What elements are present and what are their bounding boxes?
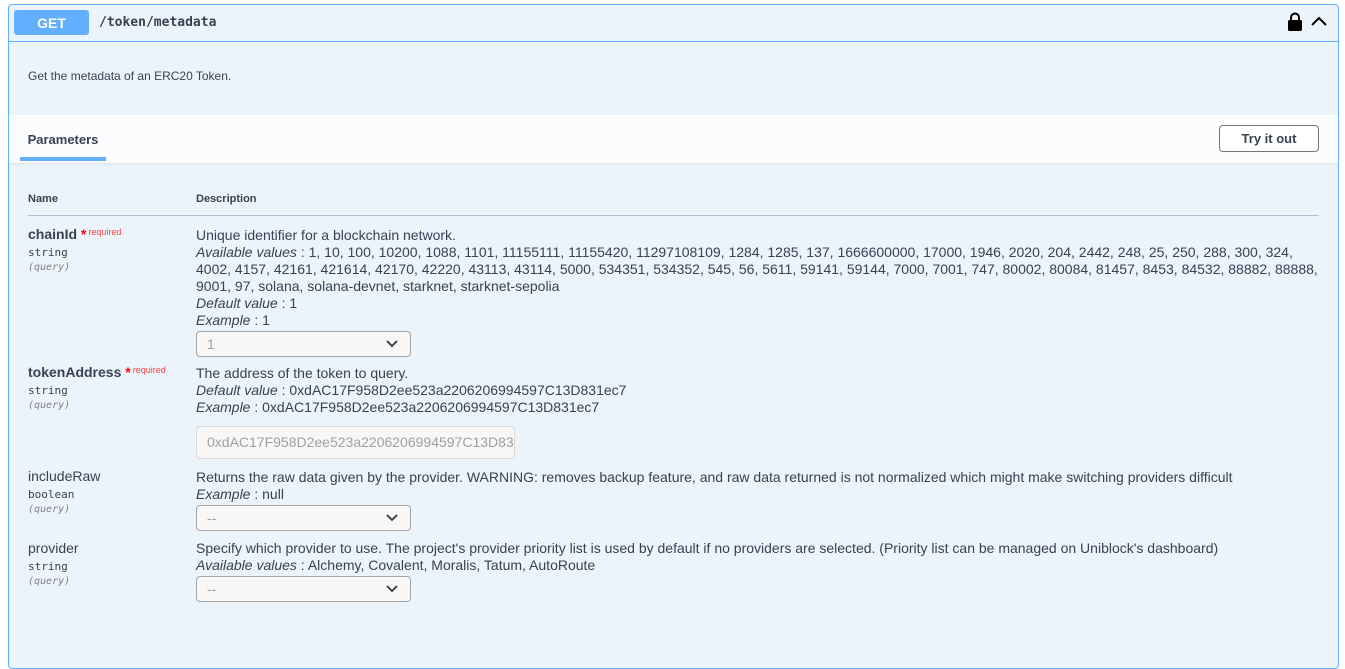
param-description-text: Specify which provider to use. The proje… — [196, 540, 1219, 556]
param-location: (query) — [28, 262, 71, 273]
available-values: Available values : 1, 10, 100, 10200, 10… — [196, 244, 1318, 294]
column-header-name: Name — [28, 193, 58, 205]
param-name: chainId * required — [28, 226, 122, 242]
operation-description: Get the metadata of an ERC20 Token. — [28, 69, 232, 83]
param-type: string — [28, 384, 68, 397]
param-type: string — [28, 246, 68, 259]
select-value: -- — [207, 510, 217, 526]
parameters-header: Parameters Try it out — [9, 115, 1338, 163]
endpoint-path: /token/metadata — [99, 15, 217, 30]
available-values: Available values : Alchemy, Covalent, Mo… — [196, 557, 596, 573]
param-tokenaddress: tokenAddress * required string (query) — [28, 364, 166, 411]
param-type: string — [28, 560, 68, 573]
chevron-down-icon — [386, 340, 398, 348]
param-location: (query) — [28, 400, 71, 411]
param-description-text: The address of the token to query. — [196, 365, 409, 381]
chevron-down-icon — [386, 585, 398, 593]
try-it-out-button[interactable]: Try it out — [1219, 125, 1319, 152]
required-label: required — [88, 227, 122, 237]
chainid-select[interactable]: 1 — [196, 331, 411, 357]
param-name: provider — [28, 540, 79, 556]
param-chainid: chainId * required string (query) — [28, 226, 121, 273]
select-value: -- — [207, 581, 217, 597]
param-location: (query) — [28, 504, 71, 515]
param-description-includeraw: Returns the raw data given by the provid… — [196, 469, 1321, 531]
param-location: (query) — [28, 576, 71, 587]
provider-select[interactable]: -- — [196, 576, 411, 602]
param-name: includeRaw — [28, 468, 101, 484]
param-type: boolean — [28, 488, 75, 501]
required-label: required — [132, 365, 166, 375]
table-divider — [28, 215, 1319, 216]
example-value: Example : 0xdAC17F958D2ee523a22062069945… — [196, 399, 600, 415]
default-value: Default value : 0xdAC17F958D2ee523a22062… — [196, 382, 627, 398]
lock-icon[interactable] — [1287, 12, 1303, 32]
param-description-chainid: Unique identifier for a blockchain netwo… — [196, 227, 1321, 357]
param-description-provider: Specify which provider to use. The proje… — [196, 540, 1321, 602]
param-description-tokenaddress: The address of the token to query. Defau… — [196, 365, 1321, 459]
param-includeraw: includeRaw boolean (query) — [28, 468, 100, 515]
includeraw-select[interactable]: -- — [196, 505, 411, 531]
param-provider: provider string (query) — [28, 540, 79, 587]
param-name: tokenAddress * required — [28, 364, 166, 380]
tab-active-indicator — [20, 157, 106, 161]
example-value: Example : null — [196, 486, 284, 502]
chevron-down-icon — [386, 514, 398, 522]
operation-block: GET /token/metadata Get the metadata of … — [8, 4, 1339, 669]
operation-summary[interactable]: GET /token/metadata — [9, 5, 1338, 42]
tokenaddress-input[interactable]: 0xdAC17F958D2ee523a2206206994597C13D831e… — [196, 426, 515, 459]
default-value: Default value : 1 — [196, 295, 298, 311]
http-method-badge: GET — [14, 10, 89, 35]
chevron-up-icon[interactable] — [1310, 14, 1328, 28]
select-value: 1 — [207, 336, 215, 352]
example-value: Example : 1 — [196, 312, 270, 328]
param-description-text: Returns the raw data given by the provid… — [196, 469, 1233, 485]
column-header-description: Description — [196, 193, 257, 205]
param-description-text: Unique identifier for a blockchain netwo… — [196, 227, 456, 243]
tab-parameters[interactable]: Parameters — [20, 115, 106, 163]
